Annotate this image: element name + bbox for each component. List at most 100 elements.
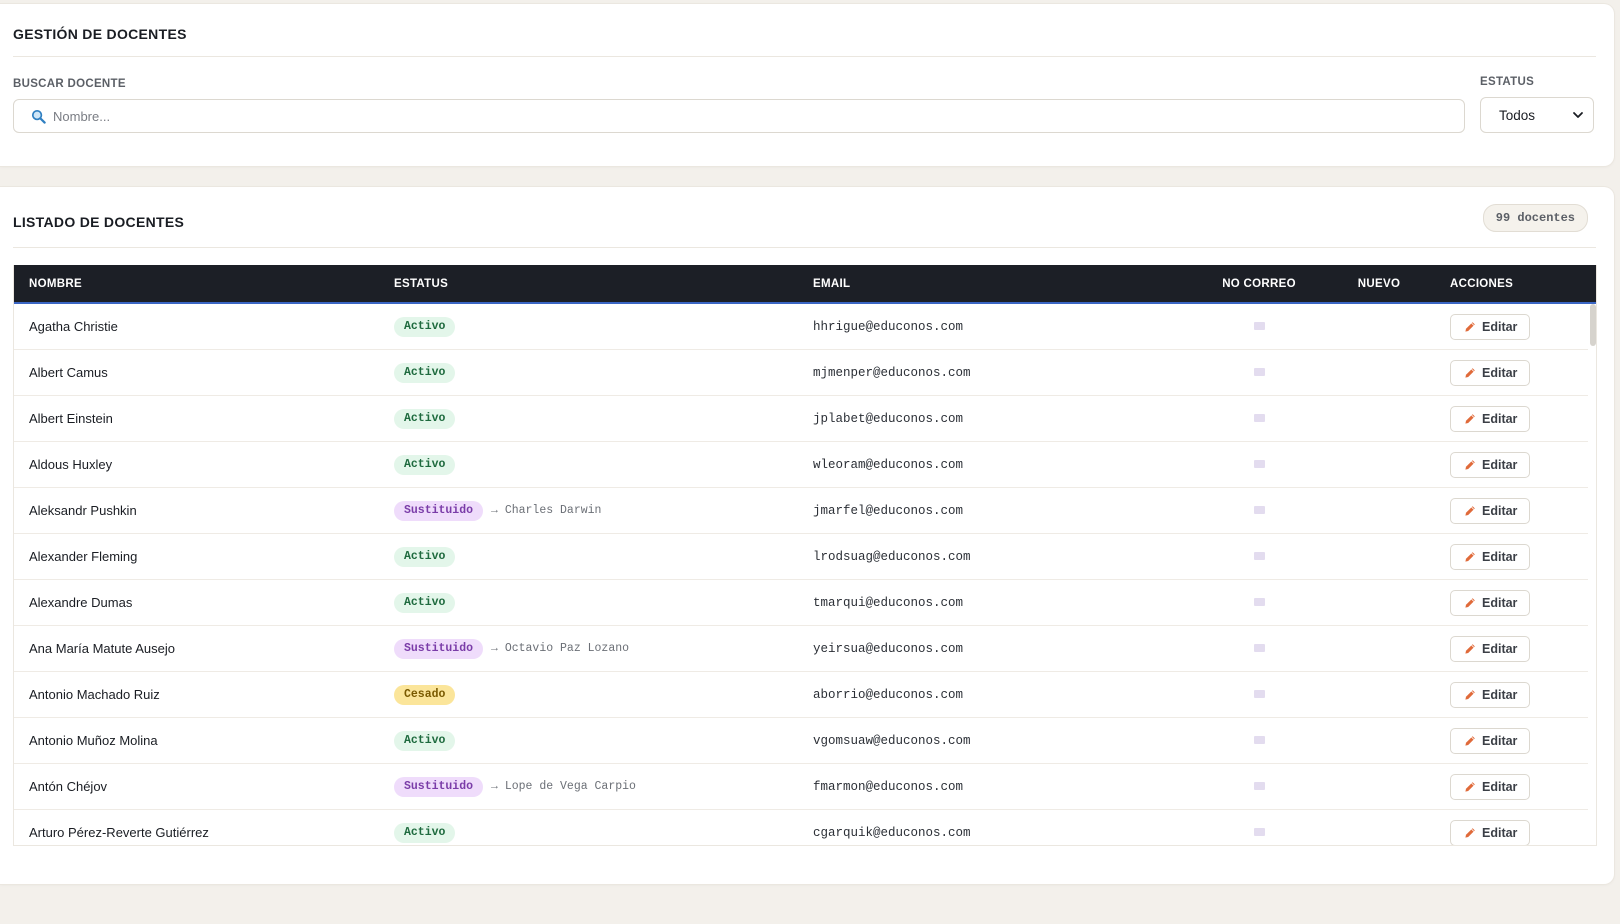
- no-mail-cell: [1204, 350, 1314, 395]
- status-badge: Activo: [394, 454, 456, 475]
- actions-cell: Editar: [1450, 718, 1531, 763]
- status-badge: Sustituido: [394, 776, 484, 797]
- pencil-icon: [1465, 367, 1475, 378]
- pencil-icon: [1465, 827, 1475, 838]
- teacher-count-badge: 99 docentes: [1482, 204, 1588, 232]
- edit-button[interactable]: Editar: [1450, 313, 1531, 340]
- table-scrollbar[interactable]: [1590, 304, 1596, 346]
- status-badge: Activo: [394, 730, 456, 751]
- table-row: Albert Camus Activo mjmenper@educonos.co…: [14, 350, 1588, 396]
- edit-button-label: Editar: [1482, 779, 1518, 794]
- edit-button[interactable]: Editar: [1450, 635, 1531, 662]
- edit-button-label: Editar: [1482, 319, 1518, 334]
- actions-cell: Editar: [1450, 350, 1531, 395]
- status-cell: Activo: [394, 718, 456, 763]
- table-row: Antonio Machado Ruiz Cesado aborrio@educ…: [14, 672, 1588, 718]
- pencil-icon: [1465, 459, 1475, 470]
- teacher-email: jplabet@educonos.com: [813, 411, 964, 426]
- status-cell: Activo: [394, 350, 456, 395]
- no-mail-cell: [1204, 488, 1314, 533]
- edit-button[interactable]: Editar: [1450, 773, 1531, 800]
- edit-button[interactable]: Editar: [1450, 405, 1531, 432]
- edit-button[interactable]: Editar: [1450, 727, 1531, 754]
- pencil-icon: [1465, 505, 1475, 516]
- status-cell: Sustituido → Octavio Paz Lozano: [394, 626, 629, 671]
- edit-button[interactable]: Editar: [1450, 543, 1531, 570]
- teacher-email: yeirsua@educonos.com: [813, 641, 964, 656]
- actions-cell: Editar: [1450, 626, 1531, 671]
- replacement-teacher: → Charles Darwin: [491, 504, 602, 517]
- edit-button-label: Editar: [1482, 595, 1518, 610]
- filters-panel: GESTIÓN DE DOCENTES BUSCAR DOCENTE ESTAT…: [0, 4, 1614, 166]
- mail-icon: [1253, 505, 1265, 514]
- edit-button-label: Editar: [1482, 365, 1518, 380]
- mail-icon: [1253, 689, 1265, 698]
- status-cell: Cesado: [394, 672, 456, 717]
- new-cell: [1344, 672, 1414, 717]
- mail-icon: [1253, 597, 1265, 606]
- actions-cell: Editar: [1450, 442, 1531, 487]
- edit-button[interactable]: Editar: [1450, 359, 1531, 386]
- actions-cell: Editar: [1450, 534, 1531, 579]
- edit-button-label: Editar: [1482, 457, 1518, 472]
- no-mail-cell: [1204, 304, 1314, 349]
- teacher-name: Antonio Machado Ruiz: [29, 687, 160, 702]
- mail-icon: [1253, 551, 1265, 560]
- table-row: Alexandre Dumas Activo tmarqui@educonos.…: [14, 580, 1588, 626]
- teacher-name: Ana María Matute Ausejo: [29, 641, 175, 656]
- column-header-estatus: ESTATUS: [394, 277, 449, 290]
- column-header-nuevo: NUEVO: [1357, 277, 1401, 290]
- table-header: NOMBRE ESTATUS EMAIL NO CORREO NUEVO ACC…: [14, 265, 1596, 304]
- actions-cell: Editar: [1450, 396, 1531, 441]
- status-cell: Sustituido → Lope de Vega Carpio: [394, 764, 636, 809]
- actions-cell: Editar: [1450, 488, 1531, 533]
- new-cell: [1344, 810, 1414, 845]
- actions-cell: Editar: [1450, 580, 1531, 625]
- table-row: Agatha Christie Activo hhrigue@educonos.…: [14, 304, 1588, 350]
- table-row: Ana María Matute Ausejo Sustituido → Oct…: [14, 626, 1588, 672]
- edit-button-label: Editar: [1482, 503, 1518, 518]
- search-input[interactable]: [49, 108, 1464, 124]
- pencil-icon: [1465, 551, 1475, 562]
- search-box[interactable]: [13, 99, 1465, 133]
- new-cell: [1344, 442, 1414, 487]
- teacher-name: Aldous Huxley: [29, 457, 113, 472]
- mail-icon: [1253, 413, 1265, 422]
- mail-icon: [1253, 643, 1265, 652]
- teacher-email: vgomsuaw@educonos.com: [813, 733, 971, 748]
- new-cell: [1344, 534, 1414, 579]
- status-badge: Sustituido: [394, 500, 484, 521]
- chevron-down-icon: [1573, 112, 1583, 118]
- replacement-teacher: → Lope de Vega Carpio: [491, 780, 636, 793]
- pencil-icon: [1465, 643, 1475, 654]
- teacher-email: cgarquik@educonos.com: [813, 825, 971, 840]
- mail-icon: [1253, 827, 1265, 836]
- edit-button[interactable]: Editar: [1450, 451, 1531, 478]
- pencil-icon: [1465, 413, 1475, 424]
- mail-icon: [1253, 367, 1265, 376]
- teacher-name: Antón Chéjov: [29, 779, 108, 794]
- table-row: Antón Chéjov Sustituido → Lope de Vega C…: [14, 764, 1588, 810]
- status-cell: Activo: [394, 304, 456, 349]
- teachers-list-panel: LISTADO DE DOCENTES 99 docentes NOMBRE E…: [0, 187, 1614, 884]
- actions-cell: Editar: [1450, 304, 1531, 349]
- edit-button-label: Editar: [1482, 549, 1518, 564]
- edit-button[interactable]: Editar: [1450, 589, 1531, 616]
- new-cell: [1344, 488, 1414, 533]
- search-icon: [27, 109, 49, 124]
- column-header-no-correo: NO CORREO: [1222, 277, 1296, 290]
- list-title: LISTADO DE DOCENTES: [13, 214, 185, 230]
- teacher-name: Albert Camus: [29, 365, 108, 380]
- no-mail-cell: [1204, 580, 1314, 625]
- edit-button[interactable]: Editar: [1450, 681, 1531, 708]
- edit-button[interactable]: Editar: [1450, 497, 1531, 524]
- edit-button[interactable]: Editar: [1450, 819, 1531, 845]
- teacher-name: Arturo Pérez-Reverte Gutiérrez: [29, 825, 209, 840]
- table-body: Agatha Christie Activo hhrigue@educonos.…: [14, 304, 1596, 845]
- edit-button-label: Editar: [1482, 687, 1518, 702]
- status-select[interactable]: Todos: [1480, 97, 1594, 133]
- status-cell: Activo: [394, 442, 456, 487]
- status-badge: Activo: [394, 316, 456, 337]
- status-badge: Sustituido: [394, 638, 484, 659]
- pencil-icon: [1465, 689, 1475, 700]
